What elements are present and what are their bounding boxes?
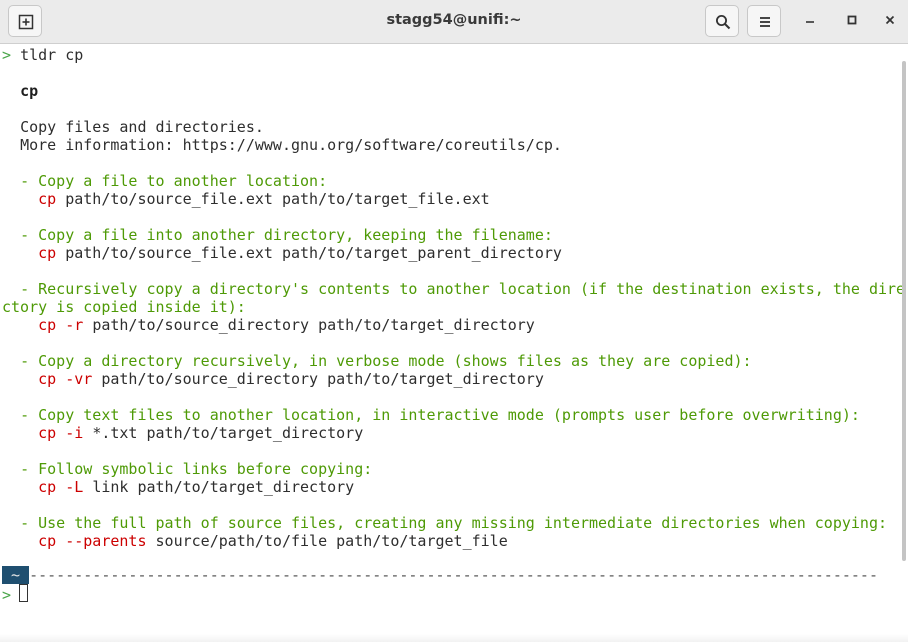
input-prompt-line[interactable]: > <box>2 586 11 604</box>
text-cursor <box>19 584 28 602</box>
new-tab-button[interactable] <box>8 5 42 37</box>
page-title-line: cp <box>2 82 38 100</box>
status-badge: ~ <box>2 566 30 584</box>
scrollbar[interactable] <box>900 45 908 585</box>
window-bottom-edge <box>0 634 908 642</box>
terminal-output[interactable]: > tldr cp cp Copy files and directories.… <box>0 45 908 642</box>
example-command: cp -vr path/to/source_directory path/to/… <box>38 370 544 388</box>
example-command: cp path/to/source_file.ext path/to/targe… <box>38 190 490 208</box>
example-description: - Copy text files to another location, i… <box>20 406 860 424</box>
summary-line: More information: https://www.gnu.org/so… <box>20 136 562 154</box>
menu-button[interactable] <box>747 5 781 37</box>
example-description: - Follow symbolic links before copying: <box>20 460 373 478</box>
example-description-wrap: ctory is copied inside it): <box>2 298 246 316</box>
example-command: cp -r path/to/source_directory path/to/t… <box>38 316 535 334</box>
example-command: cp path/to/source_file.ext path/to/targe… <box>38 244 562 262</box>
hamburger-menu-icon <box>760 17 770 27</box>
separator-line: ----------------------------------------… <box>29 566 878 584</box>
status-line: ~ --------------------------------------… <box>2 566 878 584</box>
close-icon <box>885 15 895 25</box>
prompt-symbol: > <box>2 586 12 604</box>
close-button[interactable] <box>880 11 900 31</box>
command-line: > tldr cp <box>2 46 83 64</box>
example-description: - Copy a directory recursively, in verbo… <box>20 352 752 370</box>
example-description: - Use the full path of source files, cre… <box>20 514 888 532</box>
summary-line: Copy files and directories. <box>20 118 264 136</box>
command-text: tldr cp <box>20 46 84 64</box>
search-button[interactable] <box>705 5 739 37</box>
minimize-icon <box>806 21 814 23</box>
prompt-symbol: > <box>2 46 12 64</box>
page-title: cp <box>20 82 39 100</box>
example-command: cp --parents source/path/to/file path/to… <box>38 532 508 550</box>
maximize-icon <box>847 15 857 25</box>
new-tab-icon <box>18 14 34 30</box>
example-description: - Recursively copy a directory's content… <box>20 280 906 298</box>
example-command: cp -L link path/to/target_directory <box>38 478 355 496</box>
example-description: - Copy a file into another directory, ke… <box>20 226 553 244</box>
example-description: - Copy a file to another location: <box>20 172 328 190</box>
terminal-window: stagg54@unifi:~ > tldr cp cp Copy files … <box>0 0 908 642</box>
search-icon <box>716 15 731 30</box>
minimize-button[interactable] <box>800 11 820 31</box>
title-bar[interactable]: stagg54@unifi:~ <box>0 0 908 44</box>
example-command: cp -i *.txt path/to/target_directory <box>38 424 364 442</box>
maximize-button[interactable] <box>842 11 862 31</box>
scrollbar-thumb[interactable] <box>902 61 906 561</box>
